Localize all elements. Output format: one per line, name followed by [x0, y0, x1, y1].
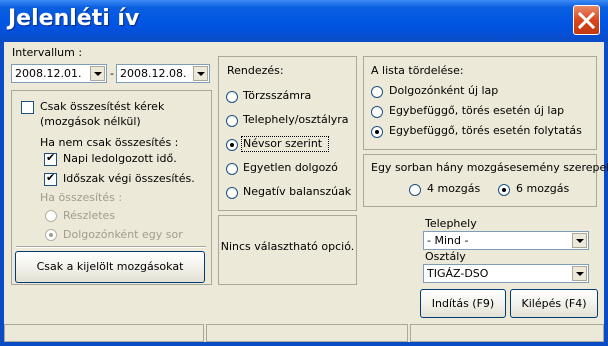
window-frame-left — [0, 42, 4, 346]
close-button[interactable] — [573, 5, 600, 35]
daily-overtime-checkbox[interactable] — [44, 151, 57, 166]
title-bar: Jelenléti ív — [0, 0, 608, 42]
no-option-text: Nincs választható opció. — [220, 240, 355, 253]
chevron-down-icon[interactable] — [572, 266, 587, 281]
detailed-radio[interactable] — [45, 210, 57, 222]
interval-label: Intervallum : — [12, 46, 83, 59]
per-employee-label: Dolgozónként egy sor — [63, 228, 183, 241]
window-title: Jelenléti ív — [8, 6, 140, 31]
exit-button[interactable]: Kilépés (F4) — [510, 289, 598, 318]
site-value: - Mind - — [427, 234, 469, 247]
sort-label: Rendezés: — [227, 64, 284, 77]
focus-rectangle — [241, 136, 329, 152]
department-value: TIGÁZ-DSO — [427, 267, 489, 280]
only-summary-sublabel: (mozgások nélkül) — [40, 115, 141, 128]
sort-option-label: Egyetlen dolgozó — [243, 161, 338, 174]
pagebreak-option-radio-1[interactable] — [371, 106, 383, 118]
date-from-value: 2008.12.01. — [15, 67, 82, 80]
period-end-label: Időszak végi összesítés. — [63, 172, 195, 185]
only-summary-checkbox[interactable] — [21, 101, 34, 114]
sort-option-radio-1[interactable] — [226, 115, 238, 127]
site-label: Telephely — [425, 217, 477, 230]
if-summary-label: Ha összesítés : — [40, 191, 123, 204]
sort-option-label: Negatív balanszúak — [243, 185, 352, 198]
chevron-down-icon[interactable] — [90, 66, 105, 81]
department-combo[interactable]: TIGÁZ-DSO — [423, 264, 589, 283]
sort-option-radio-4[interactable] — [226, 187, 238, 199]
date-to-combo[interactable]: 2008.12.08. — [116, 64, 210, 83]
pagebreak-option-radio-2[interactable] — [371, 126, 383, 138]
pagebreak-option-radio-0[interactable] — [371, 86, 383, 98]
if-not-only-label: Ha nem csak összesítés : — [40, 136, 179, 149]
window-frame-right — [604, 42, 608, 346]
window: Jelenléti ív Intervallum : 2008.12.01. -… — [0, 0, 608, 346]
date-to-value: 2008.12.08. — [120, 67, 187, 80]
status-bar-segment — [4, 324, 204, 342]
close-x-icon — [578, 12, 595, 29]
site-combo[interactable]: - Mind - — [423, 231, 589, 250]
window-frame-bottom — [0, 342, 608, 346]
movements-4-label: 4 mozgás — [427, 182, 481, 195]
daily-overtime-label: Napi ledolgozott idő. — [63, 152, 177, 165]
movements-4-radio[interactable] — [409, 184, 421, 196]
period-end-checkbox[interactable] — [44, 171, 57, 186]
pagebreak-label: A lista tördelése: — [371, 64, 464, 77]
date-from-combo[interactable]: 2008.12.01. — [11, 64, 107, 83]
department-label: Osztály — [425, 250, 466, 263]
per-employee-radio[interactable] — [45, 229, 57, 241]
movements-6-label: 6 mozgás — [516, 182, 570, 195]
date-separator: - — [110, 67, 114, 80]
sort-option-label: Törzsszámra — [243, 89, 312, 102]
sort-option-label: Telephely/osztályra — [243, 113, 349, 126]
only-summary-label: Csak összesítést kérek — [40, 100, 165, 113]
movements-question: Egy sorban hány mozgásesemény szerepelje… — [371, 161, 608, 174]
pagebreak-option-label: Dolgozónként új lap — [389, 84, 499, 97]
sort-option-radio-2[interactable] — [226, 139, 238, 151]
pagebreak-option-label: Egybefüggő, törés esetén új lap — [389, 104, 565, 117]
selected-movements-button[interactable]: Csak a kijelölt mozgásokat — [15, 251, 205, 283]
start-button[interactable]: Indítás (F9) — [420, 289, 506, 318]
movements-6-radio[interactable] — [498, 184, 510, 196]
chevron-down-icon[interactable] — [193, 66, 208, 81]
sort-option-radio-0[interactable] — [226, 91, 238, 103]
sort-option-radio-3[interactable] — [226, 163, 238, 175]
status-bar-segment — [206, 324, 408, 342]
status-bar-segment — [410, 324, 604, 342]
separator-line — [16, 246, 206, 248]
pagebreak-option-label: Egybefüggő, törés esetén folytatás — [389, 124, 582, 137]
chevron-down-icon[interactable] — [572, 233, 587, 248]
detailed-label: Részletes — [63, 209, 116, 222]
